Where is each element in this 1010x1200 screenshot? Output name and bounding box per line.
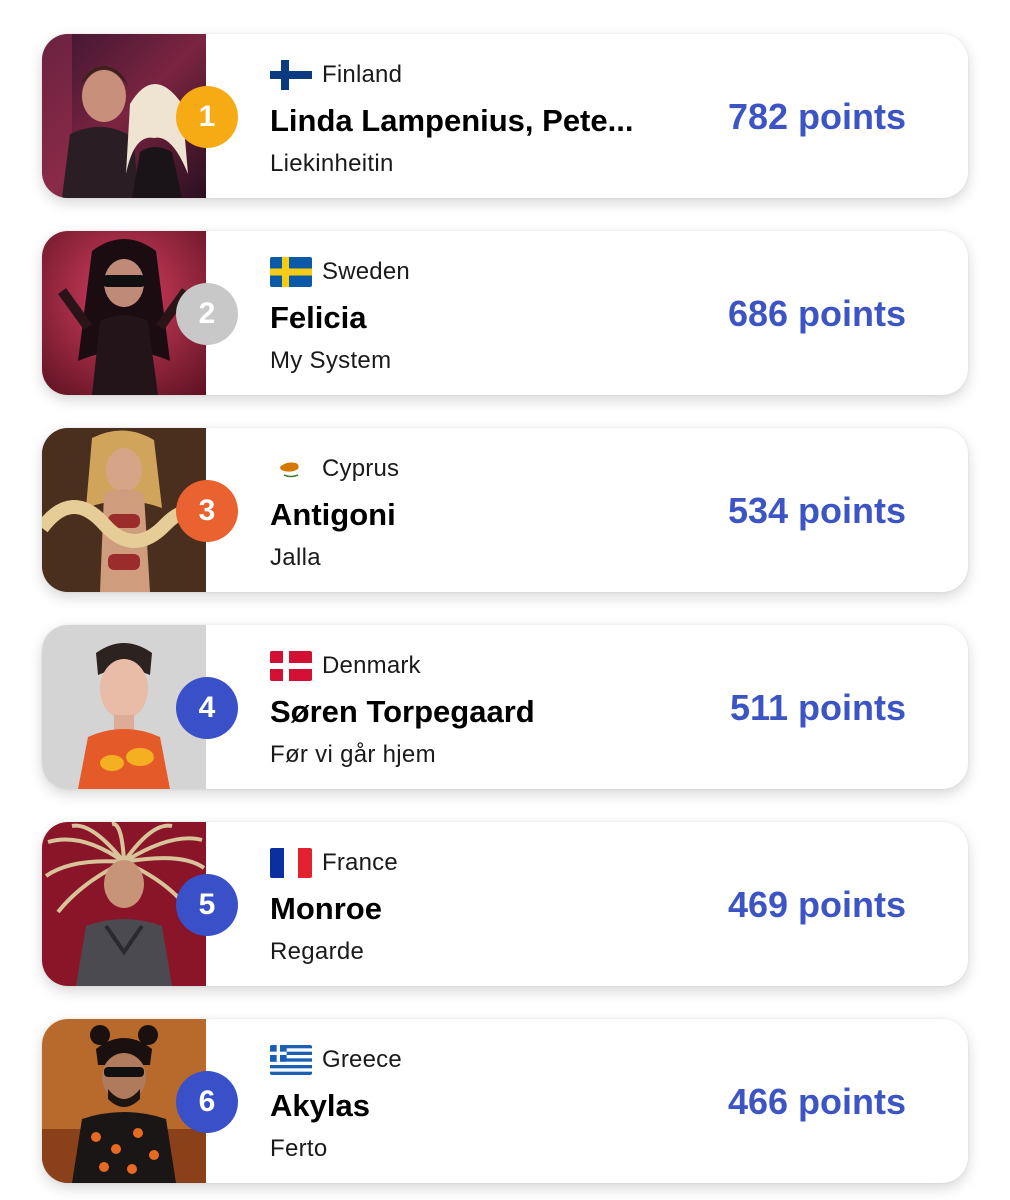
- ranking-card[interactable]: 4 Denmark Søren Torpegaard Før vi går hj…: [42, 625, 968, 789]
- country-name: Cyprus: [322, 455, 400, 482]
- country-row: France: [270, 848, 398, 878]
- artist-name: Linda Lampenius, Pete...: [270, 103, 634, 138]
- ranking-card[interactable]: 5 France Monroe Regarde 469 points: [42, 822, 968, 986]
- rank-badge: 2: [176, 283, 238, 345]
- artist-name: Monroe: [270, 891, 382, 926]
- ranking-list: 1 Finland Linda Lampenius, Pete... Lieki…: [0, 0, 1010, 1200]
- ranking-card[interactable]: 1 Finland Linda Lampenius, Pete... Lieki…: [42, 34, 968, 198]
- ranking-card[interactable]: 3 Cyprus Antigoni Jalla 534 points: [42, 428, 968, 592]
- rank-badge: 6: [176, 1071, 238, 1133]
- artist-name: Akylas: [270, 1088, 370, 1123]
- points-value: 782 points: [727, 96, 906, 137]
- points-value: 686 points: [727, 293, 906, 334]
- country-row: Sweden: [270, 257, 410, 287]
- ranking-card[interactable]: 2 Sweden Felicia My System 686 points: [42, 231, 968, 395]
- artist-name: Antigoni: [270, 497, 396, 532]
- country-name: Denmark: [322, 652, 421, 679]
- points-value: 511 points: [729, 687, 906, 728]
- song-title: Ferto: [270, 1135, 328, 1162]
- country-name: France: [322, 849, 398, 876]
- artist-name: Felicia: [270, 300, 367, 335]
- country-row: Finland: [270, 60, 402, 90]
- artist-name: Søren Torpegaard: [270, 694, 535, 729]
- points-value: 469 points: [727, 884, 906, 925]
- country-row: Denmark: [270, 651, 421, 681]
- points-value: 534 points: [727, 490, 906, 531]
- ranking-card[interactable]: 6 Greece Akylas Ferto 466 points: [42, 1019, 968, 1183]
- rank-badge: 4: [176, 677, 238, 739]
- country-name: Finland: [322, 61, 403, 88]
- greece-flag-icon: [270, 1045, 312, 1075]
- cyprus-flag-icon: [270, 454, 312, 484]
- finland-flag-icon: [270, 60, 312, 90]
- points-value: 466 points: [727, 1081, 906, 1122]
- song-title: My System: [270, 347, 392, 374]
- country-name: Sweden: [322, 258, 410, 285]
- song-title: Regarde: [270, 938, 365, 965]
- sweden-flag-icon: [270, 257, 312, 287]
- rank-badge: 3: [176, 480, 238, 542]
- rank-badge: 1: [176, 86, 238, 148]
- song-title: Før vi går hjem: [270, 741, 436, 768]
- rank-badge: 5: [176, 874, 238, 936]
- country-name: Greece: [322, 1046, 402, 1073]
- country-row: Greece: [270, 1045, 402, 1075]
- country-row: Cyprus: [270, 454, 399, 484]
- song-title: Jalla: [270, 544, 321, 571]
- song-title: Liekinheitin: [270, 150, 394, 177]
- france-flag-icon: [270, 848, 312, 878]
- denmark-flag-icon: [270, 651, 312, 681]
